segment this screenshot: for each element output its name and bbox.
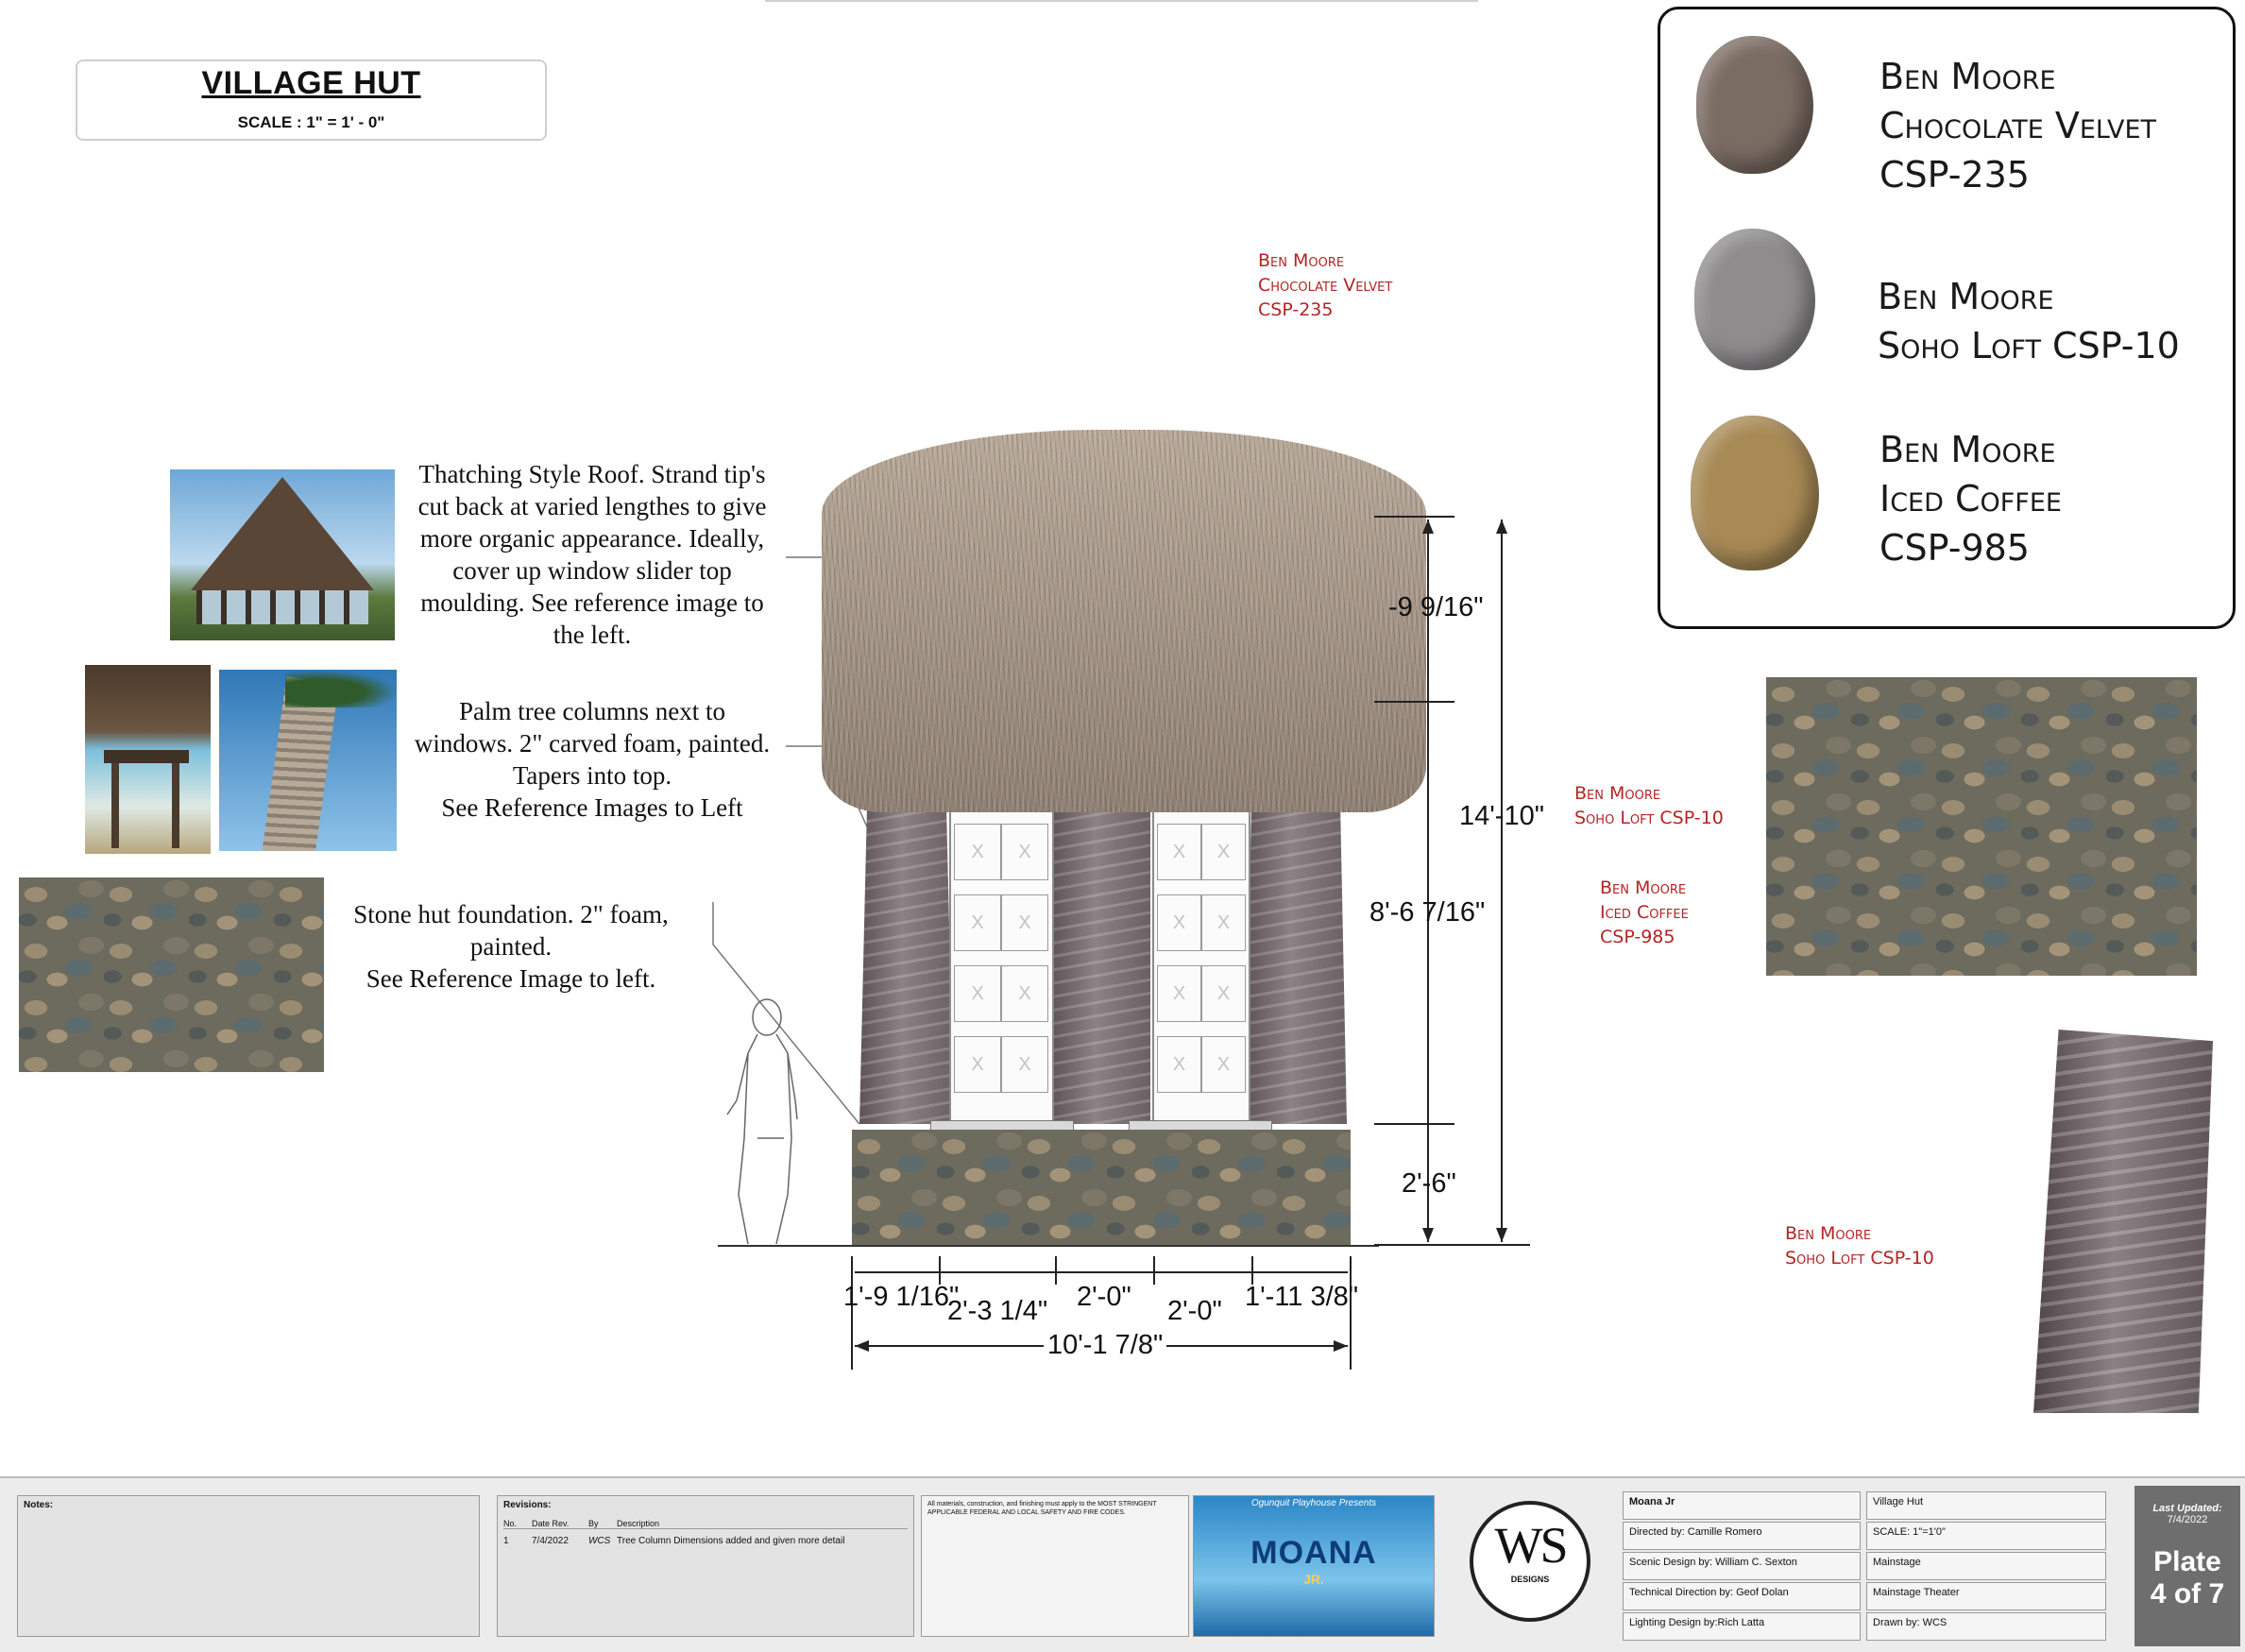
- show-presenter: Ogunquit Playhouse Presents: [1250, 1498, 1377, 1508]
- title-block: Notes: Revisions: No. Date Rev. By Descr…: [0, 1476, 2245, 1652]
- plate-panel: Last Updated: 7/4/2022 Plate 4 of 7: [2134, 1486, 2240, 1646]
- wcs-logo: WS DESIGNS: [1470, 1501, 1590, 1622]
- rev-by: WCS: [588, 1536, 611, 1546]
- drawing-name-field: Village Hut: [1866, 1491, 2106, 1520]
- disclaimer-panel: All materials, construction, and finishi…: [921, 1495, 1189, 1637]
- plate-number: 4 of 7: [2150, 1578, 2225, 1609]
- rev-header-description: Description: [617, 1519, 660, 1528]
- dim-total-width: 10'-1 7/8": [1044, 1330, 1167, 1361]
- scenic-designer-field: Scenic Design by: William C. Sexton: [1623, 1552, 1861, 1580]
- disclaimer-text: All materials, construction, and finishi…: [927, 1501, 1157, 1516]
- scale-field: SCALE: 1"=1'0": [1866, 1522, 2106, 1550]
- revisions-panel: Revisions: No. Date Rev. By Description …: [497, 1495, 914, 1637]
- logo-subtext: DESIGNS: [1510, 1575, 1550, 1584]
- dim-width-4: 2'-0": [1167, 1296, 1222, 1326]
- dimension-lines: [851, 516, 1530, 1370]
- rev-header-by: By: [588, 1519, 599, 1528]
- rev-no: 1: [503, 1536, 509, 1546]
- show-logo-panel: Ogunquit Playhouse Presents MOANA JR.: [1193, 1495, 1435, 1637]
- dim-roof-height: -9 9/16": [1388, 592, 1484, 622]
- drawn-by-field: Drawn by: WCS: [1866, 1612, 2106, 1641]
- dim-width-2: 2'-3 1/4": [947, 1296, 1048, 1326]
- dim-width-3: 2'-0": [1077, 1282, 1131, 1312]
- revisions-label: Revisions:: [503, 1500, 552, 1510]
- dim-total-height: 14'-10": [1459, 801, 1545, 831]
- rev-header-date: Date Rev.: [532, 1519, 570, 1528]
- last-updated-label: Last Updated:: [2152, 1503, 2222, 1514]
- show-title: MOANA: [1250, 1535, 1377, 1571]
- logo-text: WS: [1494, 1517, 1569, 1574]
- lighting-designer-field: Lighting Design by:Rich Latta: [1623, 1612, 1861, 1641]
- director-field: Directed by: Camille Romero: [1623, 1522, 1861, 1550]
- dim-width-1: 1'-9 1/16": [843, 1282, 960, 1312]
- show-subtitle: JR.: [1303, 1572, 1324, 1587]
- stage-field: Mainstage: [1866, 1552, 2106, 1580]
- revision-row: 1 7/4/2022 WCS Tree Column Dimensions ad…: [503, 1536, 908, 1546]
- last-updated-date: 7/4/2022: [2167, 1514, 2208, 1525]
- notes-label: Notes:: [24, 1500, 54, 1510]
- venue-field: Mainstage Theater: [1866, 1582, 2106, 1610]
- rev-description: Tree Column Dimensions added and given m…: [617, 1536, 845, 1546]
- production-field: Moana Jr: [1623, 1491, 1861, 1520]
- notes-panel: Notes:: [17, 1495, 480, 1637]
- technical-director-field: Technical Direction by: Geof Dolan: [1623, 1582, 1861, 1610]
- plate-label: Plate: [2153, 1546, 2221, 1577]
- dim-width-5: 1'-11 3/8": [1245, 1282, 1359, 1312]
- dim-wall-height: 8'-6 7/16": [1369, 897, 1486, 928]
- rev-header-no: No.: [503, 1519, 518, 1528]
- dim-base-height: 2'-6": [1402, 1168, 1456, 1199]
- rev-date: 7/4/2022: [532, 1536, 569, 1546]
